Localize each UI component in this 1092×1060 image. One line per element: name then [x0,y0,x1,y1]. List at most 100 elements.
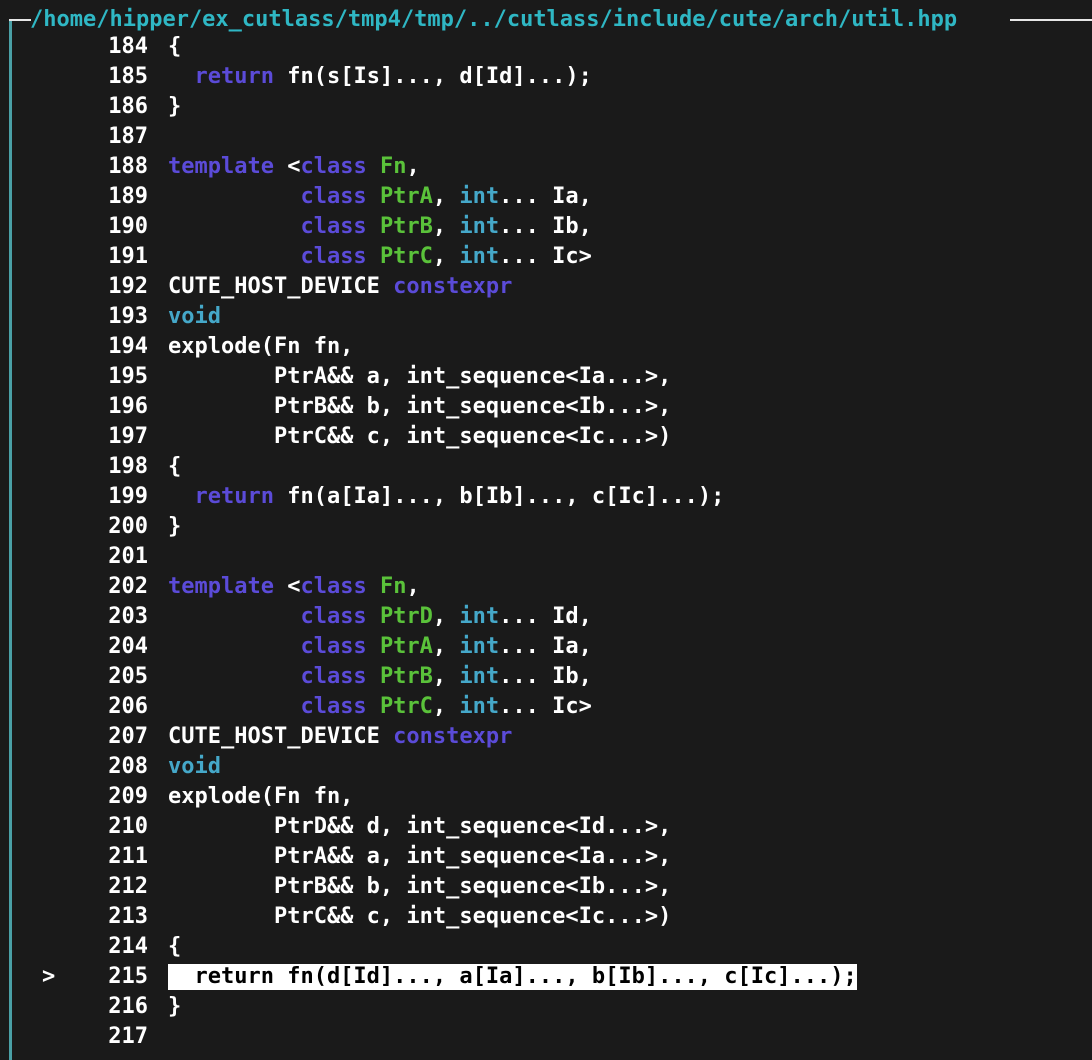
code-line[interactable]: 186} [0,92,1092,122]
code-line[interactable]: 207 CUTE_HOST_DEVICE constexpr [0,722,1092,752]
code-text: class PtrA, int... Ia, [168,632,591,662]
code-line[interactable]: 212 PtrB&& b, int_sequence<Ib...>, [0,872,1092,902]
code-text: PtrA&& a, int_sequence<Ia...>, [168,362,671,392]
code-line[interactable]: 206 class PtrC, int... Ic> [0,692,1092,722]
code-token: ... Ib, [499,664,592,689]
code-token: PtrC [379,244,433,269]
code-line[interactable]: 193 void [0,302,1092,332]
code-text: template <class Fn, [168,572,420,602]
code-token: CUTE_HOST_DEVICE [168,274,394,299]
line-number: 205 [108,664,148,689]
code-token: { [168,934,182,959]
code-line[interactable]: 211 PtrA&& a, int_sequence<Ia...>, [0,842,1092,872]
code-line[interactable]: 210 PtrD&& d, int_sequence<Id...>, [0,812,1092,842]
line-number: 203 [108,604,148,629]
line-number: 195 [108,364,148,389]
code-token: constexpr [393,724,513,749]
code-line[interactable]: 216} [0,992,1092,1022]
code-token: return [194,64,274,89]
code-line[interactable]: 209 explode(Fn fn, [0,782,1092,812]
code-token: PtrC&& c, int_sequence<Ic...>) [168,424,672,449]
code-token: CUTE_HOST_DEVICE [168,724,394,749]
code-line[interactable]: 185 return fn(s[Is]..., d[Id]...); [0,62,1092,92]
code-token: ... Ic> [499,694,592,719]
code-text: class PtrA, int... Ia, [168,182,591,212]
line-number: 210 [108,814,148,839]
code-line[interactable]: 184 { [0,32,1092,62]
code-line[interactable]: 203 class PtrD, int... Id, [0,602,1092,632]
code-token: Fn [379,574,407,599]
file-path-title: /home/hipper/ex_cutlass/tmp4/tmp/../cutl… [30,7,958,32]
code-line[interactable]: 200} [0,512,1092,542]
line-number: 209 [108,784,148,809]
code-text: void [168,302,221,332]
code-text: class PtrB, int... Ib, [168,662,592,692]
current-line-marker: > [42,964,56,989]
code-line[interactable]: 199 return fn(a[Ia]..., b[Ib]..., c[Ic].… [0,482,1092,512]
code-text: class PtrB, int... Ib, [168,212,591,242]
code-text: } [168,512,181,542]
code-line[interactable]: 217 [0,1022,1092,1052]
line-number: 217 [108,1024,148,1049]
code-token: void [168,304,221,329]
line-number: 186 [108,94,148,119]
code-token: PtrD&& d, int_sequence<Id...>, [168,814,672,839]
current-code-line[interactable]: >215 return fn(d[Id]..., a[Ia]..., b[Ib]… [0,962,1092,992]
code-line[interactable]: 204 class PtrA, int... Ia, [0,632,1092,662]
code-line[interactable]: 213 PtrC&& c, int_sequence<Ic...>) [0,902,1092,932]
code-text: class PtrC, int... Ic> [168,242,592,272]
code-line[interactable]: 192 CUTE_HOST_DEVICE constexpr [0,272,1092,302]
code-line[interactable]: 196 PtrB&& b, int_sequence<Ib...>, [0,392,1092,422]
code-token: explode(Fn fn, [168,784,354,809]
line-number: 199 [108,484,148,509]
code-line[interactable]: 205 class PtrB, int... Ib, [0,662,1092,692]
code-token: return fn(d[Id]..., a[Ia]..., b[Ib]..., … [168,964,857,989]
source-code-view[interactable]: 184{185 return fn(s[Is]..., d[Id]...); 18… [0,32,1092,1052]
line-number: 188 [108,154,148,179]
code-line[interactable]: 190 class PtrB, int... Ib, [0,212,1092,242]
code-token: , [432,184,460,209]
code-line[interactable]: 214 { [0,932,1092,962]
code-token: int [459,214,500,239]
code-token: class [300,604,367,629]
code-token: ... Ic> [499,244,592,269]
line-number: 185 [108,64,148,89]
code-line[interactable]: 195 PtrA&& a, int_sequence<Ia...>, [0,362,1092,392]
line-number: 208 [108,754,148,779]
code-token: int [459,184,500,209]
code-line[interactable]: 189 class PtrA, int... Ia, [0,182,1092,212]
code-text: { [168,32,181,62]
code-token: class [300,154,367,179]
code-token: < [273,154,301,179]
code-line[interactable]: 187 [0,122,1092,152]
code-line[interactable]: 197 PtrC&& c, int_sequence<Ic...>) [0,422,1092,452]
code-text: explode(Fn fn, [168,782,353,812]
code-line[interactable]: 202 template <class Fn, [0,572,1092,602]
code-line[interactable]: 201 [0,542,1092,572]
line-number: 212 [108,874,148,899]
code-token: } [168,514,182,539]
code-token: class [300,214,367,239]
code-text: class PtrD, int... Id, [168,602,591,632]
line-number: 200 [108,514,148,539]
code-line[interactable]: 208 void [0,752,1092,782]
code-token: void [168,754,221,779]
line-number: 196 [108,394,148,419]
code-token: , [406,574,420,599]
code-token: int [459,664,500,689]
code-text: } [168,992,181,1022]
source-window: /home/hipper/ex_cutlass/tmp4/tmp/../cutl… [0,0,1092,1060]
code-token: explode(Fn fn, [168,334,354,359]
code-line[interactable]: 188 template <class Fn, [0,152,1092,182]
code-line[interactable]: 198 { [0,452,1092,482]
code-line[interactable]: 194 explode(Fn fn, [0,332,1092,362]
code-token: , [432,634,460,659]
code-line[interactable]: 191 class PtrC, int... Ic> [0,242,1092,272]
